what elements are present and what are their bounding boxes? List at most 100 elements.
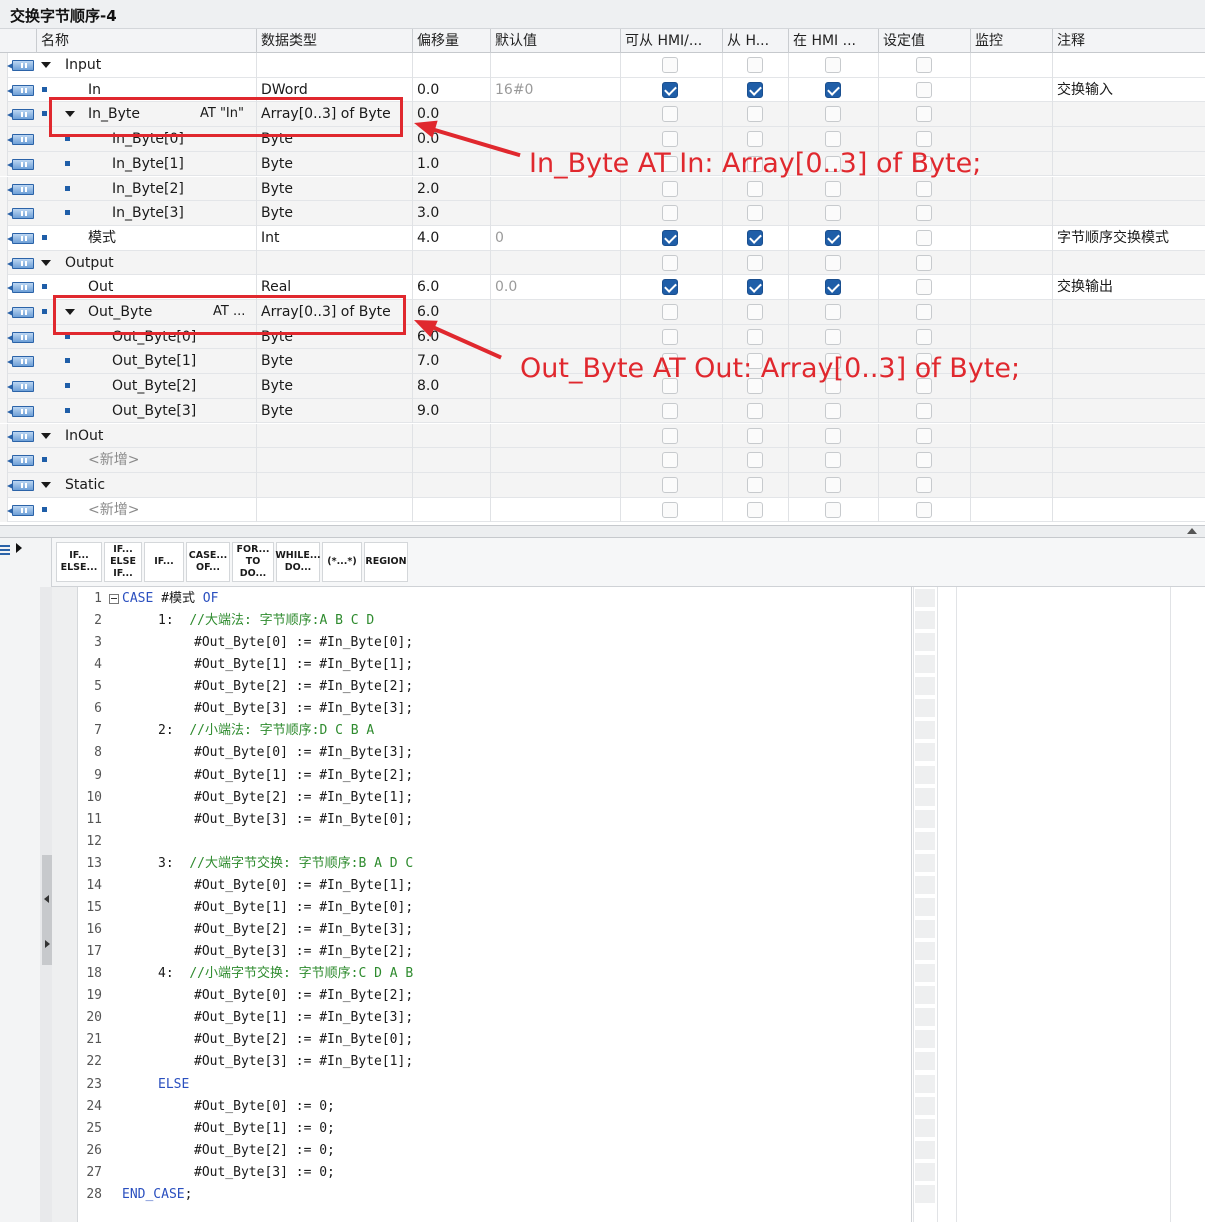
writable-from-hmi-checkbox[interactable] <box>747 452 763 469</box>
code-line[interactable]: 20 #Out_Byte[1] := #In_Byte[3]; <box>79 1007 912 1029</box>
default-value-cell[interactable] <box>495 325 617 349</box>
table-row[interactable]: Static <box>0 472 1205 498</box>
fold-toggle-icon[interactable] <box>109 594 119 604</box>
scl-code-editor[interactable]: 1 CASE #模式 OF 2 1: //大端法: 字节顺序:A B C D 3 #Out… <box>79 587 912 1222</box>
writable-from-hmi-checkbox[interactable] <box>747 328 763 345</box>
table-row[interactable]: In_Byte[2] Byte 2.0 <box>0 176 1205 202</box>
visible-in-hmi-checkbox[interactable] <box>825 476 841 493</box>
code-line[interactable]: 2 1: //大端法: 字节顺序:A B C D <box>79 610 912 632</box>
datatype-cell[interactable]: Int <box>261 226 409 250</box>
setpoint-checkbox[interactable] <box>916 81 932 98</box>
member-name[interactable]: InOut <box>65 424 252 448</box>
member-name[interactable]: Out_Byte[3] <box>112 399 252 423</box>
comment-cell[interactable] <box>1057 349 1202 373</box>
datatype-cell[interactable]: Byte <box>261 349 409 373</box>
member-name[interactable]: Input <box>65 53 252 77</box>
accessible-from-hmi-checkbox[interactable] <box>662 180 678 197</box>
accessible-from-hmi-checkbox[interactable] <box>662 254 678 271</box>
datatype-cell[interactable]: Byte <box>261 399 409 423</box>
setpoint-checkbox[interactable] <box>916 229 932 246</box>
datatype-cell[interactable] <box>261 498 409 522</box>
code-line[interactable]: 24 #Out_Byte[0] := 0; <box>79 1096 912 1118</box>
code-line[interactable]: 15 #Out_Byte[1] := #In_Byte[0]; <box>79 897 912 919</box>
expand-triangle-icon[interactable] <box>41 432 51 439</box>
setpoint-checkbox[interactable] <box>916 106 932 123</box>
table-row[interactable]: 模式 Int 4.0 0 字节顺序交换模式 <box>0 225 1205 251</box>
writable-from-hmi-checkbox[interactable] <box>747 81 763 98</box>
visible-in-hmi-checkbox[interactable] <box>825 106 841 123</box>
expand-right-icon[interactable] <box>16 543 22 553</box>
default-value-cell[interactable] <box>495 399 617 423</box>
table-row[interactable]: <新增> <box>0 448 1205 473</box>
setpoint-checkbox[interactable] <box>916 57 932 73</box>
writable-from-hmi-checkbox[interactable] <box>747 180 763 197</box>
region-button[interactable]: REGION <box>364 542 408 582</box>
setpoint-checkbox[interactable] <box>916 501 932 518</box>
if-button[interactable]: IF... <box>144 542 184 582</box>
comment-cell[interactable] <box>1057 399 1202 423</box>
default-value-cell[interactable] <box>495 177 617 201</box>
visible-in-hmi-checkbox[interactable] <box>825 229 841 246</box>
writable-from-hmi-checkbox[interactable] <box>747 427 763 444</box>
accessible-from-hmi-checkbox[interactable] <box>662 205 678 222</box>
datatype-cell[interactable]: Byte <box>261 374 409 398</box>
visible-in-hmi-checkbox[interactable] <box>825 180 841 197</box>
setpoint-checkbox[interactable] <box>916 304 932 320</box>
datatype-cell[interactable] <box>261 251 409 275</box>
writable-from-hmi-checkbox[interactable] <box>747 279 763 296</box>
writable-from-hmi-checkbox[interactable] <box>747 501 763 518</box>
setpoint-checkbox[interactable] <box>916 279 932 296</box>
visible-in-hmi-checkbox[interactable] <box>825 81 841 98</box>
table-row[interactable]: Out_Byte[3] Byte 9.0 <box>0 398 1205 424</box>
writable-from-hmi-checkbox[interactable] <box>747 254 763 271</box>
code-line[interactable]: 28 END_CASE; <box>79 1184 912 1206</box>
datatype-cell[interactable] <box>261 53 409 77</box>
comment-cell[interactable] <box>1057 53 1202 77</box>
comment-cell[interactable] <box>1057 498 1202 522</box>
writable-from-hmi-checkbox[interactable] <box>747 229 763 246</box>
setpoint-checkbox[interactable] <box>916 452 932 469</box>
visible-in-hmi-checkbox[interactable] <box>825 452 841 469</box>
expand-triangle-icon[interactable] <box>41 259 51 266</box>
table-row[interactable]: In_Byte[3] Byte 3.0 <box>0 201 1205 226</box>
expand-triangle-icon[interactable] <box>41 481 51 488</box>
comment-cell[interactable] <box>1057 201 1202 225</box>
default-value-cell[interactable] <box>495 300 617 324</box>
code-line[interactable]: 16 #Out_Byte[2] := #In_Byte[3]; <box>79 919 912 941</box>
code-line[interactable]: 9 #Out_Byte[1] := #In_Byte[2]; <box>79 765 912 787</box>
comment-cell[interactable]: 交换输入 <box>1057 78 1202 102</box>
accessible-from-hmi-checkbox[interactable] <box>662 452 678 469</box>
default-value-cell[interactable] <box>495 53 617 77</box>
code-line[interactable]: 13 3: //大端字节交换: 字节顺序:B A D C <box>79 853 912 875</box>
code-line[interactable]: 11 #Out_Byte[3] := #In_Byte[0]; <box>79 809 912 831</box>
accessible-from-hmi-checkbox[interactable] <box>662 229 678 246</box>
code-line[interactable]: 21 #Out_Byte[2] := #In_Byte[0]; <box>79 1029 912 1051</box>
column-header[interactable]: 注释 <box>1052 29 1205 53</box>
comment-cell[interactable] <box>1057 177 1202 201</box>
default-value-cell[interactable] <box>495 424 617 448</box>
list-icon[interactable] <box>0 545 10 555</box>
writable-from-hmi-checkbox[interactable] <box>747 205 763 222</box>
code-line[interactable]: 1 CASE #模式 OF <box>79 588 912 610</box>
datatype-cell[interactable]: Byte <box>261 177 409 201</box>
member-name[interactable]: Static <box>65 473 252 497</box>
writable-from-hmi-checkbox[interactable] <box>747 57 763 73</box>
writable-from-hmi-checkbox[interactable] <box>747 304 763 320</box>
member-name[interactable]: Out_Byte[2] <box>112 374 252 398</box>
code-line[interactable]: 22 #Out_Byte[3] := #In_Byte[1]; <box>79 1051 912 1073</box>
code-line[interactable]: 4 #Out_Byte[1] := #In_Byte[1]; <box>79 654 912 676</box>
datatype-cell[interactable]: Byte <box>261 152 409 176</box>
accessible-from-hmi-checkbox[interactable] <box>662 427 678 444</box>
comment-cell[interactable] <box>1057 325 1202 349</box>
code-line[interactable]: 23 ELSE <box>79 1074 912 1096</box>
datatype-cell[interactable]: Byte <box>261 201 409 225</box>
datatype-cell[interactable] <box>261 448 409 472</box>
accessible-from-hmi-checkbox[interactable] <box>662 402 678 419</box>
accessible-from-hmi-checkbox[interactable] <box>662 304 678 320</box>
if-else-button[interactable]: IF... ELSE... <box>56 542 102 582</box>
visible-in-hmi-checkbox[interactable] <box>825 205 841 222</box>
comment-cell[interactable]: 字节顺序交换模式 <box>1057 226 1202 250</box>
datatype-cell[interactable] <box>261 473 409 497</box>
comment-cell[interactable] <box>1057 152 1202 176</box>
member-name[interactable]: 模式 <box>88 226 252 250</box>
